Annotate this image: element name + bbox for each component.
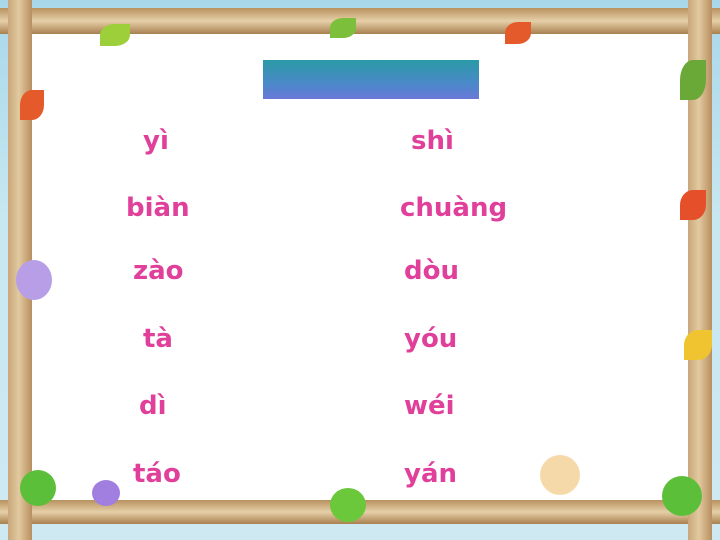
pinyin: dì (139, 391, 167, 421)
pinyin: biàn (126, 193, 190, 223)
leaf-icon (505, 22, 531, 44)
pinyin: dòu (404, 256, 459, 286)
leaf-icon (100, 24, 130, 46)
word-item: tà (143, 324, 173, 354)
pinyin: shì (411, 126, 454, 156)
title-bar (263, 60, 479, 99)
word-item: táo (133, 459, 181, 489)
pinyin: yì (143, 126, 169, 156)
leaf-icon (92, 480, 120, 506)
slide-board (32, 34, 688, 500)
leaf-icon (330, 488, 366, 522)
pinyin: zào (133, 256, 184, 286)
word-item: yì (143, 126, 169, 156)
pinyin: wéi (404, 391, 455, 421)
leaf-icon (662, 476, 702, 516)
word-item: chuàng (400, 193, 507, 223)
pinyin: táo (133, 459, 181, 489)
word-item: wéi (404, 391, 455, 421)
leaf-icon (680, 60, 706, 100)
word-item: yóu (404, 324, 457, 354)
leaf-icon (330, 18, 356, 38)
pinyin: yán (404, 459, 458, 489)
word-item: zào (133, 256, 184, 286)
leaf-icon (20, 470, 56, 506)
leaf-icon (684, 330, 712, 360)
word-item: shì (411, 126, 454, 156)
leaf-icon (540, 455, 580, 495)
word-item: yán (404, 459, 457, 489)
leaf-icon (16, 260, 52, 300)
leaf-icon (680, 190, 706, 220)
pinyin: chuàng (400, 193, 508, 223)
leaf-icon (20, 90, 44, 120)
word-item: biàn (126, 193, 190, 223)
word-item: dì (139, 391, 167, 421)
word-item: dòu (404, 256, 459, 286)
pinyin: yóu (404, 324, 458, 354)
pinyin: tà (143, 324, 173, 354)
